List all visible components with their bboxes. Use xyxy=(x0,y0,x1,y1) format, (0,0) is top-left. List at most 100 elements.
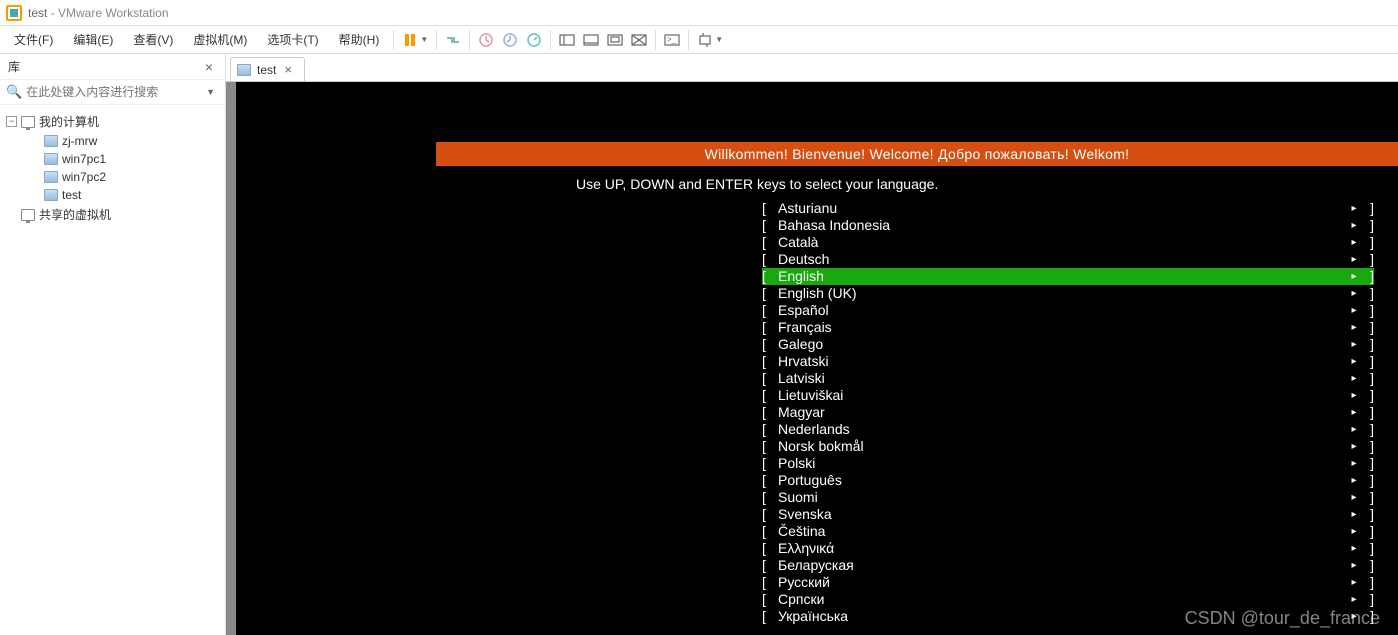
language-option[interactable]: [Magyar▸] xyxy=(762,404,1374,421)
view-sidebar-button[interactable] xyxy=(555,29,579,51)
chevron-down-icon: ▼ xyxy=(715,35,723,44)
view-single-button[interactable] xyxy=(579,29,603,51)
language-option[interactable]: [Català▸] xyxy=(762,234,1374,251)
arrow-right-icon: ▸ xyxy=(1348,268,1360,285)
language-option[interactable]: [Lietuviškai▸] xyxy=(762,387,1374,404)
arrow-right-icon: ▸ xyxy=(1348,251,1360,268)
language-option[interactable]: [Bahasa Indonesia▸] xyxy=(762,217,1374,234)
snapshot-take-button[interactable] xyxy=(474,29,498,51)
vm-icon xyxy=(44,189,58,201)
collapse-icon[interactable]: − xyxy=(6,116,17,127)
menu-vm[interactable]: 虚拟机(M) xyxy=(183,27,257,52)
arrow-right-icon: ▸ xyxy=(1348,523,1360,540)
language-option[interactable]: [Беларуская▸] xyxy=(762,557,1374,574)
language-option[interactable]: [Ελληνικά▸] xyxy=(762,540,1374,557)
language-option[interactable]: [Nederlands▸] xyxy=(762,421,1374,438)
language-option[interactable]: [Українська▸] xyxy=(762,608,1374,625)
tree-vm-label: zj-mrw xyxy=(62,134,97,148)
language-list: [Asturianu▸][Bahasa Indonesia▸][Català▸]… xyxy=(436,200,1398,625)
language-option[interactable]: [Српски▸] xyxy=(762,591,1374,608)
language-option[interactable]: [Deutsch▸] xyxy=(762,251,1374,268)
arrow-right-icon: ▸ xyxy=(1348,285,1360,302)
tree-root-label: 我的计算机 xyxy=(39,113,99,130)
language-option[interactable]: [English▸] xyxy=(762,268,1374,285)
send-ctrl-alt-del-button[interactable] xyxy=(441,29,465,51)
computer-icon xyxy=(21,209,35,221)
close-tab-button[interactable]: × xyxy=(282,62,294,77)
language-name: Ελληνικά xyxy=(776,540,1348,557)
language-name: Suomi xyxy=(776,489,1348,506)
welcome-banner: Willkommen! Bienvenue! Welcome! Добро по… xyxy=(436,142,1398,166)
stretch-button[interactable]: ▼ xyxy=(693,29,727,51)
arrow-right-icon: ▸ xyxy=(1348,353,1360,370)
language-option[interactable]: [Português▸] xyxy=(762,472,1374,489)
tree-vm-item[interactable]: win7pc2 xyxy=(0,168,225,186)
language-name: Українська xyxy=(776,608,1348,625)
search-icon: 🔍 xyxy=(6,84,22,100)
search-dropdown-button[interactable]: ▼ xyxy=(202,87,219,97)
language-name: Português xyxy=(776,472,1348,489)
vm-icon xyxy=(237,64,251,76)
language-option[interactable]: [Français▸] xyxy=(762,319,1374,336)
close-sidebar-button[interactable]: × xyxy=(201,59,217,75)
toolbar-separator xyxy=(655,30,656,50)
view-unity-button[interactable] xyxy=(627,29,651,51)
arrow-right-icon: ▸ xyxy=(1348,387,1360,404)
language-name: Asturianu xyxy=(776,200,1348,217)
language-option[interactable]: [Hrvatski▸] xyxy=(762,353,1374,370)
pause-button[interactable]: ▼ xyxy=(398,29,432,51)
tree-vm-item[interactable]: test xyxy=(0,186,225,204)
menu-help[interactable]: 帮助(H) xyxy=(329,27,390,52)
language-option[interactable]: [Suomi▸] xyxy=(762,489,1374,506)
arrow-right-icon: ▸ xyxy=(1348,336,1360,353)
tree-vm-item[interactable]: zj-mrw xyxy=(0,132,225,150)
toolbar-separator xyxy=(688,30,689,50)
menu-tabs[interactable]: 选项卡(T) xyxy=(257,27,328,52)
language-option[interactable]: [Latviski▸] xyxy=(762,370,1374,387)
console-button[interactable]: >_ xyxy=(660,29,684,51)
language-option[interactable]: [Русский▸] xyxy=(762,574,1374,591)
language-name: Magyar xyxy=(776,404,1348,421)
tab-bar: test × xyxy=(226,54,1398,82)
language-name: English (UK) xyxy=(776,285,1348,302)
computer-icon xyxy=(21,116,35,128)
language-name: Српски xyxy=(776,591,1348,608)
toolbar-separator xyxy=(393,30,394,50)
snapshot-manage-button[interactable] xyxy=(522,29,546,51)
content-area: test × Willkommen! Bienvenue! Welcome! Д… xyxy=(226,54,1398,635)
language-name: Русский xyxy=(776,574,1348,591)
tree-vm-label: test xyxy=(62,188,81,202)
vm-console[interactable]: Willkommen! Bienvenue! Welcome! Добро по… xyxy=(236,82,1398,635)
view-fullscreen-button[interactable] xyxy=(603,29,627,51)
search-input[interactable] xyxy=(26,85,198,99)
library-tree: − 我的计算机 zj-mrw win7pc1win7pc2 test 共享的虚拟机 xyxy=(0,105,225,231)
vm-icon xyxy=(44,135,58,147)
menubar: 文件(F) 编辑(E) 查看(V) 虚拟机(M) 选项卡(T) 帮助(H) ▼ … xyxy=(0,26,1398,54)
arrow-right-icon: ▸ xyxy=(1348,574,1360,591)
language-option[interactable]: [Español▸] xyxy=(762,302,1374,319)
language-option[interactable]: [Polski▸] xyxy=(762,455,1374,472)
language-name: Nederlands xyxy=(776,421,1348,438)
language-option[interactable]: [English (UK)▸] xyxy=(762,285,1374,302)
snapshot-revert-button[interactable] xyxy=(498,29,522,51)
tree-vm-item[interactable]: win7pc1 xyxy=(0,150,225,168)
tree-shared-vms[interactable]: 共享的虚拟机 xyxy=(0,204,225,225)
vm-tab[interactable]: test × xyxy=(230,57,305,81)
window-title-app: VMware Workstation xyxy=(58,6,168,20)
arrow-right-icon: ▸ xyxy=(1348,234,1360,251)
tree-root-mycomputer[interactable]: − 我的计算机 xyxy=(0,111,225,132)
language-option[interactable]: [Norsk bokmål▸] xyxy=(762,438,1374,455)
arrow-right-icon: ▸ xyxy=(1348,540,1360,557)
language-option[interactable]: [Svenska▸] xyxy=(762,506,1374,523)
language-option[interactable]: [Čeština▸] xyxy=(762,523,1374,540)
menu-view[interactable]: 查看(V) xyxy=(123,27,183,52)
language-name: Беларуская xyxy=(776,557,1348,574)
language-option[interactable]: [Galego▸] xyxy=(762,336,1374,353)
language-name: Galego xyxy=(776,336,1348,353)
sidebar-title: 库 xyxy=(8,58,20,75)
menu-file[interactable]: 文件(F) xyxy=(4,27,63,52)
language-name: Svenska xyxy=(776,506,1348,523)
language-option[interactable]: [Asturianu▸] xyxy=(762,200,1374,217)
menu-edit[interactable]: 编辑(E) xyxy=(63,27,123,52)
language-name: Français xyxy=(776,319,1348,336)
